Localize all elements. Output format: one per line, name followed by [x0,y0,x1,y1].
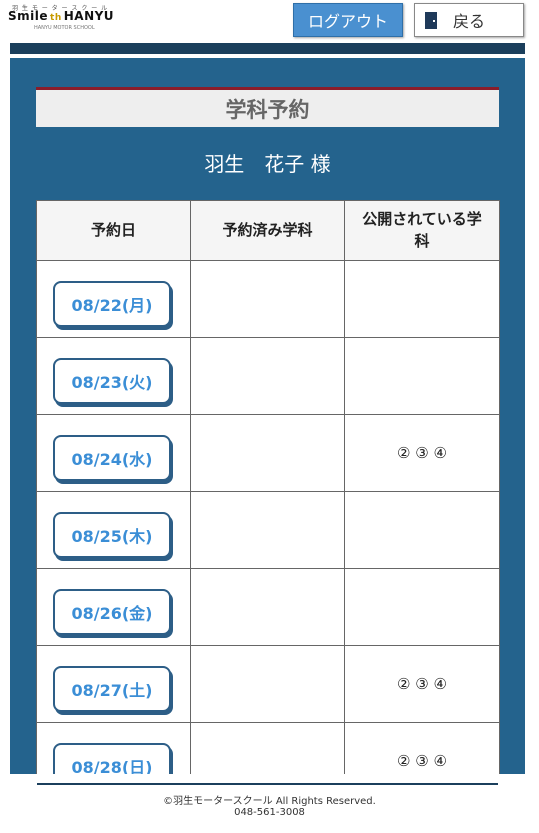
published-cell: ② ③ ④ [344,722,500,774]
user-name: 羽生 花子 様 [204,152,331,176]
logo-brand: Smile th HANYU [8,9,114,23]
published-cell [344,260,500,338]
logout-button[interactable]: ログアウト [293,3,403,37]
date-button[interactable]: 08/25(木) [53,512,171,558]
logo-left-text: Smile [8,9,49,23]
date-cell: 08/22(月) [36,260,191,338]
table-row: 08/27(土) ② ③ ④ [36,645,500,723]
column-header-published: 公開されている学科 [344,200,500,261]
footer-phone: 048-561-3008 [234,807,305,818]
reserved-cell [190,337,345,415]
column-header-date: 予約日 [36,200,191,261]
reservation-panel: 学科予約 羽生 花子 様 予約日 予約済み学科 公開されている学科 08/22(… [10,58,525,774]
footer-copyright: ©羽生モータースクール All Rights Reserved. [163,796,376,807]
logout-label: ログアウト [307,12,388,31]
logo-mid-text: th [50,13,62,23]
nav-bar [10,43,525,54]
back-button[interactable]: 戻る [414,3,524,37]
logo-right-text: HANYU [63,9,115,23]
page-title: 学科予約 [225,97,310,122]
date-button[interactable]: 08/24(水) [53,435,171,481]
date-cell: 08/24(水) [36,414,191,492]
date-button[interactable]: 08/27(土) [53,666,171,712]
date-cell: 08/25(木) [36,491,191,569]
page-title-box: 学科予約 [36,87,499,127]
site-logo[interactable]: 羽 生 モ ー タ ー ス ク ー ル Smile th HANYU HANYU M… [8,3,114,31]
reserved-cell [190,568,345,646]
date-button[interactable]: 08/23(火) [53,358,171,404]
date-cell: 08/28(日) [36,722,191,774]
date-button[interactable]: 08/26(金) [53,589,171,635]
top-bar: 羽 生 モ ー タ ー ス ク ー ル Smile th HANYU HANYU M… [0,0,539,42]
table-row: 08/23(火) [36,337,500,415]
date-button[interactable]: 08/22(月) [53,281,171,327]
published-cell: ② ③ ④ [344,645,500,723]
table-header-row: 予約日 予約済み学科 公開されている学科 [36,200,500,261]
date-button[interactable]: 08/28(日) [53,743,171,774]
table-row: 08/25(木) [36,491,500,569]
published-cell [344,568,500,646]
footer-divider [37,783,498,785]
column-header-reserved: 予約済み学科 [190,200,345,261]
published-cell [344,337,500,415]
reserved-cell [190,645,345,723]
date-cell: 08/26(金) [36,568,191,646]
reservation-table: 予約日 予約済み学科 公開されている学科 08/22(月) 08/23(火) 0… [36,200,500,774]
reserved-cell [190,260,345,338]
date-cell: 08/23(火) [36,337,191,415]
published-cell [344,491,500,569]
reserved-cell [190,414,345,492]
table-row: 08/28(日) ② ③ ④ [36,722,500,774]
date-cell: 08/27(土) [36,645,191,723]
logo-subtitle: HANYU MOTOR SCHOOL [34,25,95,31]
door-icon [425,11,437,29]
back-label: 戻る [453,12,486,31]
reserved-cell [190,491,345,569]
table-row: 08/26(金) [36,568,500,646]
published-cell: ② ③ ④ [344,414,500,492]
reserved-cell [190,722,345,774]
table-row: 08/24(水) ② ③ ④ [36,414,500,492]
table-row: 08/22(月) [36,260,500,338]
